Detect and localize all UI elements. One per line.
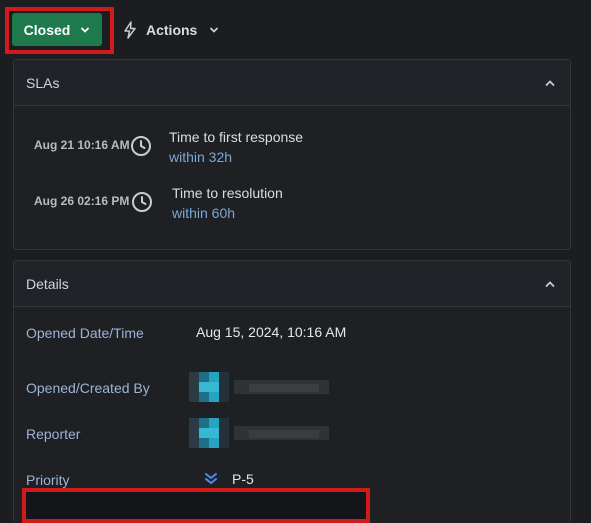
chevron-up-icon[interactable] — [544, 77, 556, 89]
chevron-down-icon — [210, 27, 219, 33]
lightning-icon — [124, 21, 136, 39]
sla-panel: SLAs Aug 21 10:16 AM Time to first respo… — [13, 59, 571, 250]
sla-item-label: Time to resolution — [172, 185, 283, 201]
sla-panel-header[interactable]: SLAs — [14, 60, 570, 106]
clock-icon — [132, 192, 152, 212]
created-by-label: Opened/Created By — [26, 380, 150, 396]
status-dropdown-button[interactable]: Closed — [12, 13, 102, 46]
details-panel-header[interactable]: Details — [14, 261, 570, 307]
chevron-up-icon[interactable] — [544, 278, 556, 290]
sla-item-target: within 60h — [172, 205, 236, 221]
sla-item-resolution: Aug 26 02:16 PM Time to resolution withi… — [34, 185, 554, 225]
opened-date-value: Aug 15, 2024, 10:16 AM — [196, 324, 347, 340]
created-by-avatar-redacted[interactable] — [189, 372, 339, 402]
opened-date-label: Opened Date/Time — [26, 325, 144, 341]
reporter-avatar-redacted[interactable] — [189, 418, 339, 448]
sla-item-target: within 32h — [169, 149, 233, 165]
priority-lowest-icon — [205, 473, 217, 484]
sla-item-label: Time to first response — [169, 129, 304, 145]
details-panel-title: Details — [26, 275, 69, 292]
reporter-label: Reporter — [26, 426, 81, 442]
sla-item-first-response: Aug 21 10:16 AM Time to first response w… — [34, 129, 554, 169]
actions-dropdown-button[interactable]: Actions — [122, 16, 219, 44]
toolbar: Closed Actions — [0, 0, 591, 60]
sla-due-date: Aug 21 10:16 AM — [34, 138, 130, 152]
sla-panel-title: SLAs — [26, 74, 60, 91]
priority-value: P-5 — [232, 471, 254, 487]
clock-icon — [131, 136, 151, 156]
chevron-down-icon — [81, 27, 90, 33]
actions-label: Actions — [146, 22, 198, 38]
sla-due-date: Aug 26 02:16 PM — [34, 194, 130, 208]
priority-label: Priority — [26, 472, 70, 488]
details-panel: Details Opened Date/Time Aug 15, 2024, 1… — [13, 260, 571, 523]
status-label: Closed — [23, 21, 71, 38]
